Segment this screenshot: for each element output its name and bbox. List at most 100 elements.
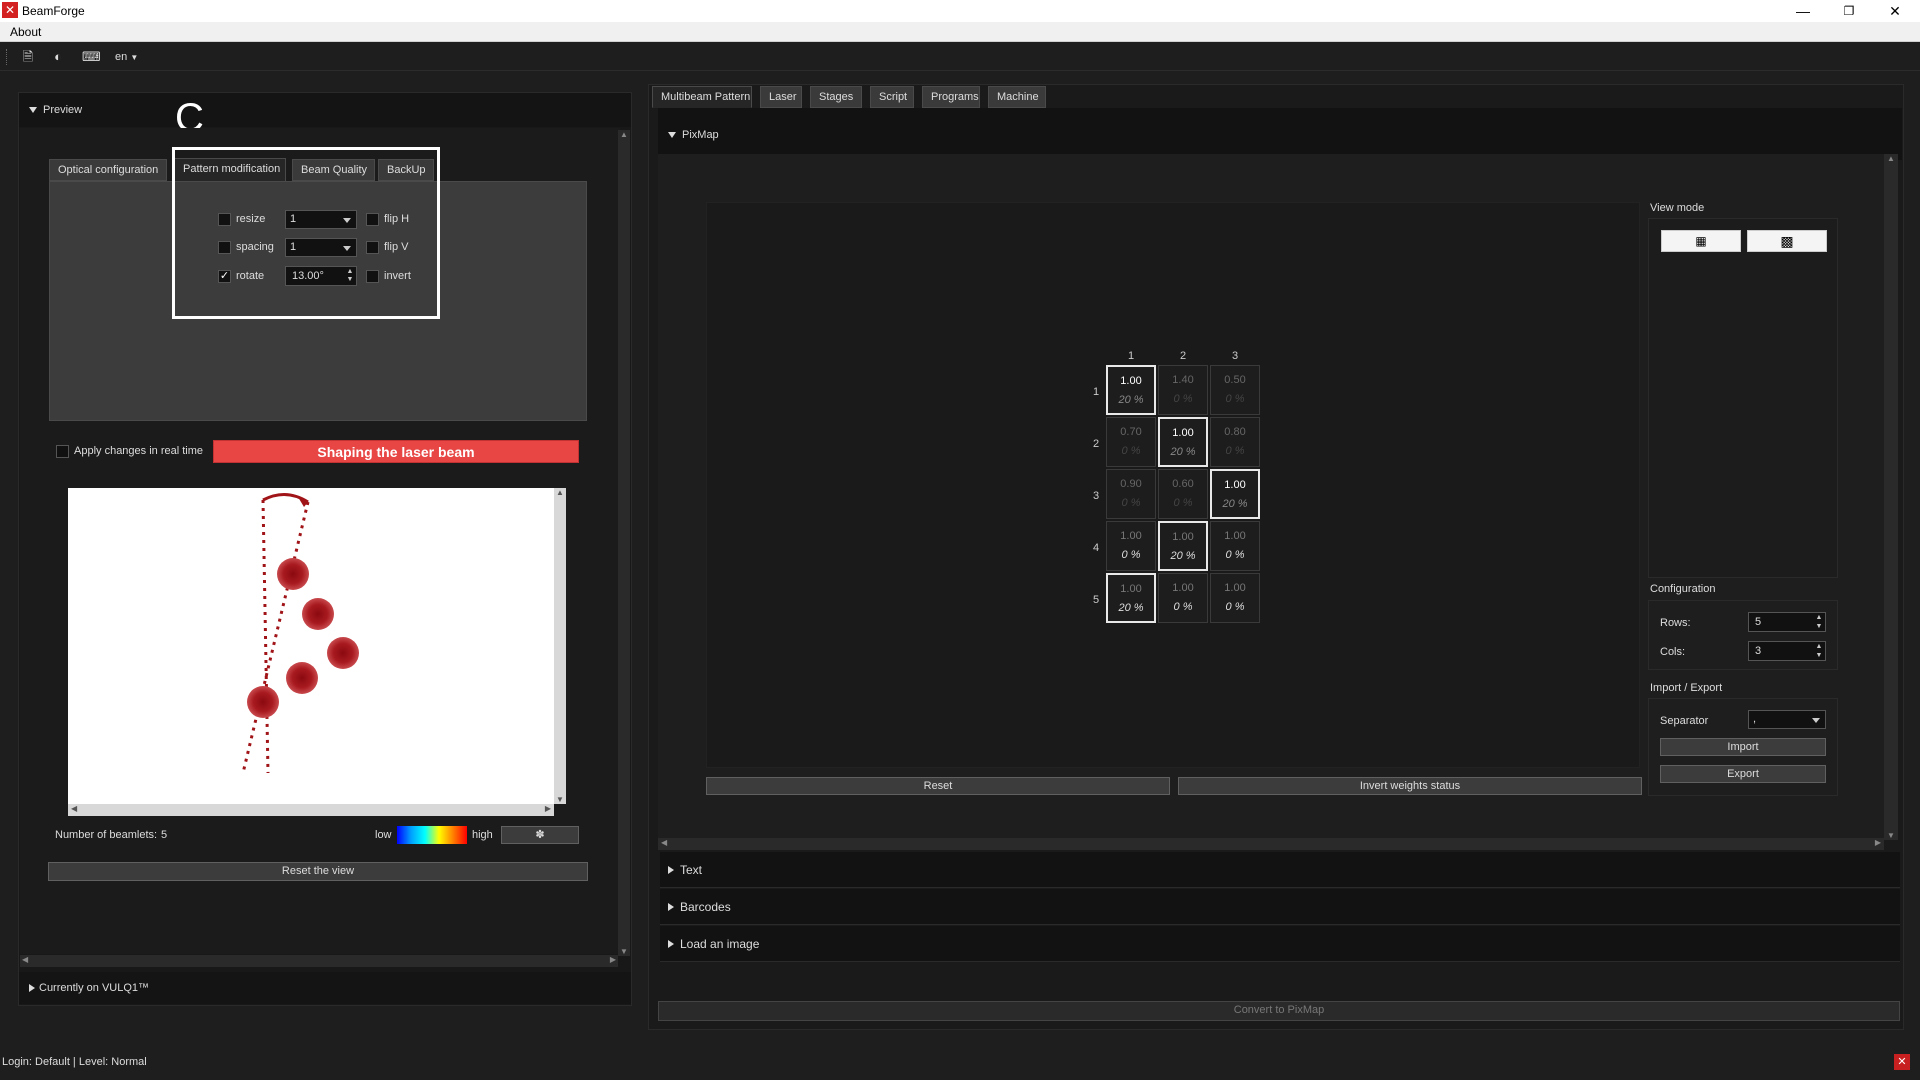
row-header: 1	[1092, 386, 1100, 398]
beam-axis-rotated	[241, 501, 310, 774]
cell-percent: 0 %	[1121, 445, 1141, 457]
pixmap-cell[interactable]: 1.00 20 %	[1158, 417, 1208, 467]
minimize-icon[interactable]: —	[1780, 0, 1826, 22]
reset-grid-button[interactable]: Reset	[706, 777, 1170, 795]
table-view-icon[interactable]: ▩	[1747, 230, 1827, 252]
cell-percent: 20 %	[1170, 446, 1196, 458]
beamlets-count: 5	[161, 829, 168, 841]
separator-combo[interactable]: ,	[1748, 710, 1826, 729]
cell-weight: 1.00	[1172, 531, 1194, 543]
cell-percent: 20 %	[1118, 394, 1144, 406]
export-button[interactable]: Export	[1660, 765, 1826, 783]
beamlet	[277, 558, 309, 590]
language-selector[interactable]: en ▼	[115, 51, 138, 63]
apply-realtime-checkbox[interactable]	[56, 445, 69, 458]
keyboard-icon[interactable]: ⌨	[82, 49, 101, 65]
cell-percent: 0 %	[1225, 393, 1245, 405]
preview-vscrollbar[interactable]: ▲ ▼	[618, 130, 630, 956]
pixmap-cell[interactable]: 0.90 0 %	[1106, 469, 1156, 519]
pixmap-cell[interactable]: 1.00 20 %	[1106, 365, 1156, 415]
cell-weight: 0.90	[1120, 478, 1142, 490]
restore-icon[interactable]: ❐	[1826, 0, 1872, 22]
tab-programs[interactable]: Programs	[922, 86, 980, 108]
tab-script[interactable]: Script	[870, 86, 914, 108]
cell-weight: 0.60	[1172, 478, 1194, 490]
tab-optical-configuration[interactable]: Optical configuration	[49, 159, 167, 181]
beam-diagram	[241, 493, 359, 774]
beam-preview-canvas[interactable]	[68, 488, 554, 804]
chevron-down-icon: ▼	[130, 53, 139, 62]
tab-stages[interactable]: Stages	[810, 86, 862, 108]
color-scale-bar	[397, 826, 467, 844]
menu-about[interactable]: About	[10, 25, 41, 39]
pixmap-cell[interactable]: 1.00 0 %	[1106, 521, 1156, 571]
row-header: 2	[1092, 438, 1100, 450]
pixmap-cell[interactable]: 1.00 0 %	[1210, 521, 1260, 571]
cell-weight: 0.80	[1224, 426, 1246, 438]
tab-machine[interactable]: Machine	[988, 86, 1046, 108]
cols-spinbox[interactable]: 3 ▲ ▼	[1748, 641, 1826, 661]
pixmap-cell[interactable]: 1.40 0 %	[1158, 365, 1208, 415]
spin-down-icon[interactable]: ▼	[1814, 623, 1824, 631]
document-icon[interactable]: 🗎	[20, 49, 36, 65]
view-mode-label: View mode	[1650, 202, 1705, 214]
contrast-icon[interactable]: ◐	[50, 49, 66, 65]
cell-percent: 0 %	[1225, 549, 1245, 561]
preview-hscrollbar[interactable]: ◀ ▶	[20, 955, 618, 967]
cell-percent: 20 %	[1118, 602, 1144, 614]
cell-weight: 1.00	[1120, 583, 1142, 595]
cell-percent: 0 %	[1121, 497, 1141, 509]
cell-percent: 0 %	[1225, 445, 1245, 457]
cell-percent: 20 %	[1222, 498, 1248, 510]
spin-down-icon[interactable]: ▼	[1814, 652, 1824, 660]
import-button[interactable]: Import	[1660, 738, 1826, 756]
pixmap-cell[interactable]: 1.00 20 %	[1210, 469, 1260, 519]
grid-view-icon[interactable]: ▦	[1661, 230, 1741, 252]
convert-to-pixmap-button[interactable]: Convert to PixMap	[658, 1001, 1900, 1021]
cell-percent: 0 %	[1173, 393, 1193, 405]
pixmap-cell[interactable]: 0.50 0 %	[1210, 365, 1260, 415]
toolbar-grip	[6, 49, 8, 65]
separator-label: Separator	[1660, 715, 1709, 727]
cols-value: 3	[1755, 645, 1762, 657]
currently-on-header[interactable]: Currently on VULQ1™	[19, 972, 631, 1004]
pixmap-cell[interactable]: 1.00 20 %	[1106, 573, 1156, 623]
error-status-icon[interactable]: ✕	[1894, 1054, 1910, 1070]
close-icon[interactable]: ✕	[1872, 0, 1918, 22]
expand-icon	[29, 984, 35, 992]
pixmap-cell[interactable]: 1.00 0 %	[1210, 573, 1260, 623]
column-header: 2	[1179, 350, 1187, 362]
canvas-hscrollbar[interactable]: ◀ ▶	[68, 804, 554, 816]
edit-scale-button[interactable]: ✽	[501, 826, 579, 844]
expand-icon	[668, 940, 674, 948]
pixmap-cell[interactable]: 1.00 20 %	[1158, 521, 1208, 571]
beamlet	[327, 637, 359, 669]
rows-spinbox[interactable]: 5 ▲ ▼	[1748, 612, 1826, 632]
reset-view-button[interactable]: Reset the view	[48, 862, 588, 881]
beamlet	[247, 686, 279, 718]
column-header: 1	[1127, 350, 1135, 362]
canvas-vscrollbar[interactable]: ▲ ▼	[554, 488, 566, 804]
preview-header[interactable]: Preview	[19, 93, 631, 127]
pixmap-cell[interactable]: 1.00 0 %	[1158, 573, 1208, 623]
tab-laser[interactable]: Laser	[760, 86, 802, 108]
tab-multibeam-pattern[interactable]: Multibeam Pattern	[652, 86, 752, 108]
spin-up-icon[interactable]: ▲	[1814, 643, 1824, 651]
expand-icon	[668, 866, 674, 874]
pixmap-hscrollbar[interactable]: ◀ ▶	[658, 838, 1884, 850]
cell-weight: 1.00	[1120, 375, 1142, 387]
pixmap-vscrollbar[interactable]: ▲ ▼	[1884, 154, 1898, 840]
barcodes-section-header[interactable]: Barcodes	[660, 889, 1900, 925]
pixmap-cell[interactable]: 0.70 0 %	[1106, 417, 1156, 467]
text-section-header[interactable]: Text	[660, 852, 1900, 888]
pixmap-cell[interactable]: 0.60 0 %	[1158, 469, 1208, 519]
load-image-section-header[interactable]: Load an image	[660, 926, 1900, 962]
scale-low-label: low	[375, 829, 392, 841]
cell-weight: 1.00	[1172, 582, 1194, 594]
shaping-laser-beam-button[interactable]: Shaping the laser beam	[213, 440, 579, 463]
pixmap-cell[interactable]: 0.80 0 %	[1210, 417, 1260, 467]
beamlet	[286, 662, 318, 694]
pixmap-header[interactable]: PixMap	[658, 108, 1902, 160]
invert-weights-button[interactable]: Invert weights status	[1178, 777, 1642, 795]
spin-up-icon[interactable]: ▲	[1814, 614, 1824, 622]
